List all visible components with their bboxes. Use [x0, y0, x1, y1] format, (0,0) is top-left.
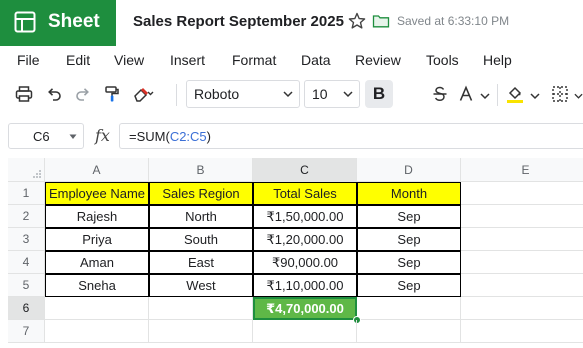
- cell-reference-value: C6: [33, 129, 50, 144]
- column-header-b[interactable]: B: [149, 158, 253, 182]
- chevron-down-icon[interactable]: [530, 92, 540, 100]
- chevron-down-icon[interactable]: [574, 92, 583, 100]
- cell-reference-box[interactable]: C6: [8, 123, 84, 149]
- print-icon[interactable]: [13, 83, 35, 105]
- font-family-select[interactable]: Roboto: [186, 80, 300, 108]
- cell-c4[interactable]: ₹90,000.00: [253, 251, 357, 274]
- cell-a4[interactable]: Aman: [45, 251, 149, 274]
- formula-range: C2:C5: [169, 129, 207, 144]
- cell-b6[interactable]: [149, 297, 253, 320]
- cell-e1[interactable]: [461, 182, 583, 205]
- row-header-5[interactable]: 5: [8, 274, 45, 297]
- cell-d5[interactable]: Sep: [357, 274, 461, 297]
- star-icon[interactable]: [348, 12, 366, 30]
- redo-icon[interactable]: [72, 83, 94, 105]
- cell-b2[interactable]: North: [149, 205, 253, 228]
- column-header-e[interactable]: E: [461, 158, 583, 182]
- row-header-1[interactable]: 1: [8, 182, 45, 205]
- menu-tools[interactable]: Tools: [426, 52, 459, 68]
- cell-b1[interactable]: Sales Region: [149, 182, 253, 205]
- text-color-icon[interactable]: [455, 83, 477, 105]
- title-bar: Sheet Sales Report September 2025 Saved …: [0, 0, 583, 46]
- font-size-select[interactable]: 10: [304, 80, 360, 108]
- cell-a3[interactable]: Priya: [45, 228, 149, 251]
- cell-c7[interactable]: [253, 320, 357, 343]
- strikethrough-icon[interactable]: [429, 83, 451, 105]
- cell-a5[interactable]: Sneha: [45, 274, 149, 297]
- cell-c3[interactable]: ₹1,20,000.00: [253, 228, 357, 251]
- cell-a1[interactable]: Employee Name: [45, 182, 149, 205]
- row-header-3[interactable]: 3: [8, 228, 45, 251]
- cell-b3[interactable]: South: [149, 228, 253, 251]
- chevron-down-icon: [283, 91, 293, 98]
- cell-d2[interactable]: Sep: [357, 205, 461, 228]
- cell-d6[interactable]: [357, 297, 461, 320]
- cell-b4[interactable]: East: [149, 251, 253, 274]
- row-header-2[interactable]: 2: [8, 205, 45, 228]
- column-header-d[interactable]: D: [357, 158, 461, 182]
- bold-icon[interactable]: B: [365, 80, 393, 108]
- font-size-value: 10: [312, 86, 328, 102]
- font-family-value: Roboto: [194, 86, 240, 102]
- cell-d1[interactable]: Month: [357, 182, 461, 205]
- cell-d3[interactable]: Sep: [357, 228, 461, 251]
- formula-prefix: =SUM(: [129, 129, 170, 144]
- menu-format[interactable]: Format: [232, 52, 276, 68]
- formula-suffix: ): [206, 129, 212, 144]
- app-brand[interactable]: Sheet: [0, 0, 116, 46]
- fx-icon: fx: [95, 126, 110, 145]
- chevron-down-icon: [69, 134, 77, 139]
- toolbar-separator: [497, 84, 498, 106]
- menu-edit[interactable]: Edit: [66, 52, 90, 68]
- row-header-6[interactable]: 6: [8, 297, 45, 320]
- undo-icon[interactable]: [43, 83, 65, 105]
- cell-c1[interactable]: Total Sales: [253, 182, 357, 205]
- cell-a2[interactable]: Rajesh: [45, 205, 149, 228]
- cell-e2[interactable]: [461, 205, 583, 228]
- corner-dots-icon: [33, 170, 41, 178]
- cell-e6[interactable]: [461, 297, 583, 320]
- row-header-7[interactable]: 7: [8, 320, 45, 343]
- menu-help[interactable]: Help: [483, 52, 512, 68]
- cell-e4[interactable]: [461, 251, 583, 274]
- save-status: Saved at 6:33:10 PM: [397, 14, 510, 28]
- menu-review[interactable]: Review: [355, 52, 401, 68]
- chevron-down-icon[interactable]: [480, 92, 490, 100]
- cell-e3[interactable]: [461, 228, 583, 251]
- cell-a6[interactable]: [45, 297, 149, 320]
- formula-bar: C6 fx =SUM(C2:C5): [0, 119, 583, 153]
- sheet-logo-icon: [14, 11, 36, 33]
- clear-format-icon[interactable]: [132, 83, 154, 105]
- chevron-down-icon: [343, 91, 353, 98]
- toolbar-separator: [176, 84, 177, 106]
- cell-b7[interactable]: [149, 320, 253, 343]
- column-header-a[interactable]: A: [45, 158, 149, 182]
- menu-data[interactable]: Data: [301, 52, 331, 68]
- cell-d7[interactable]: [357, 320, 461, 343]
- toolbar: Roboto 10 B: [0, 74, 583, 114]
- row-header-4[interactable]: 4: [8, 251, 45, 274]
- formula-input[interactable]: =SUM(C2:C5): [119, 123, 583, 149]
- app-name: Sheet: [48, 11, 100, 32]
- paint-format-icon[interactable]: [101, 83, 123, 105]
- folder-icon[interactable]: [372, 12, 390, 30]
- cell-b5[interactable]: West: [149, 274, 253, 297]
- cell-a7[interactable]: [45, 320, 149, 343]
- document-title[interactable]: Sales Report September 2025: [133, 13, 344, 30]
- cell-c6-selected[interactable]: ₹4,70,000.00: [253, 297, 357, 320]
- fill-color-icon[interactable]: [504, 83, 526, 105]
- menu-view[interactable]: View: [114, 52, 144, 68]
- cell-e5[interactable]: [461, 274, 583, 297]
- cell-c5[interactable]: ₹1,10,000.00: [253, 274, 357, 297]
- cell-e7[interactable]: [461, 320, 583, 343]
- cell-c2[interactable]: ₹1,50,000.00: [253, 205, 357, 228]
- cell-d4[interactable]: Sep: [357, 251, 461, 274]
- menu-insert[interactable]: Insert: [170, 52, 205, 68]
- menu-file[interactable]: File: [17, 52, 40, 68]
- select-all-corner[interactable]: [8, 158, 45, 182]
- column-header-c[interactable]: C: [253, 158, 357, 182]
- menu-bar: File Edit View Insert Format Data Review…: [0, 46, 583, 74]
- borders-icon[interactable]: [549, 83, 571, 105]
